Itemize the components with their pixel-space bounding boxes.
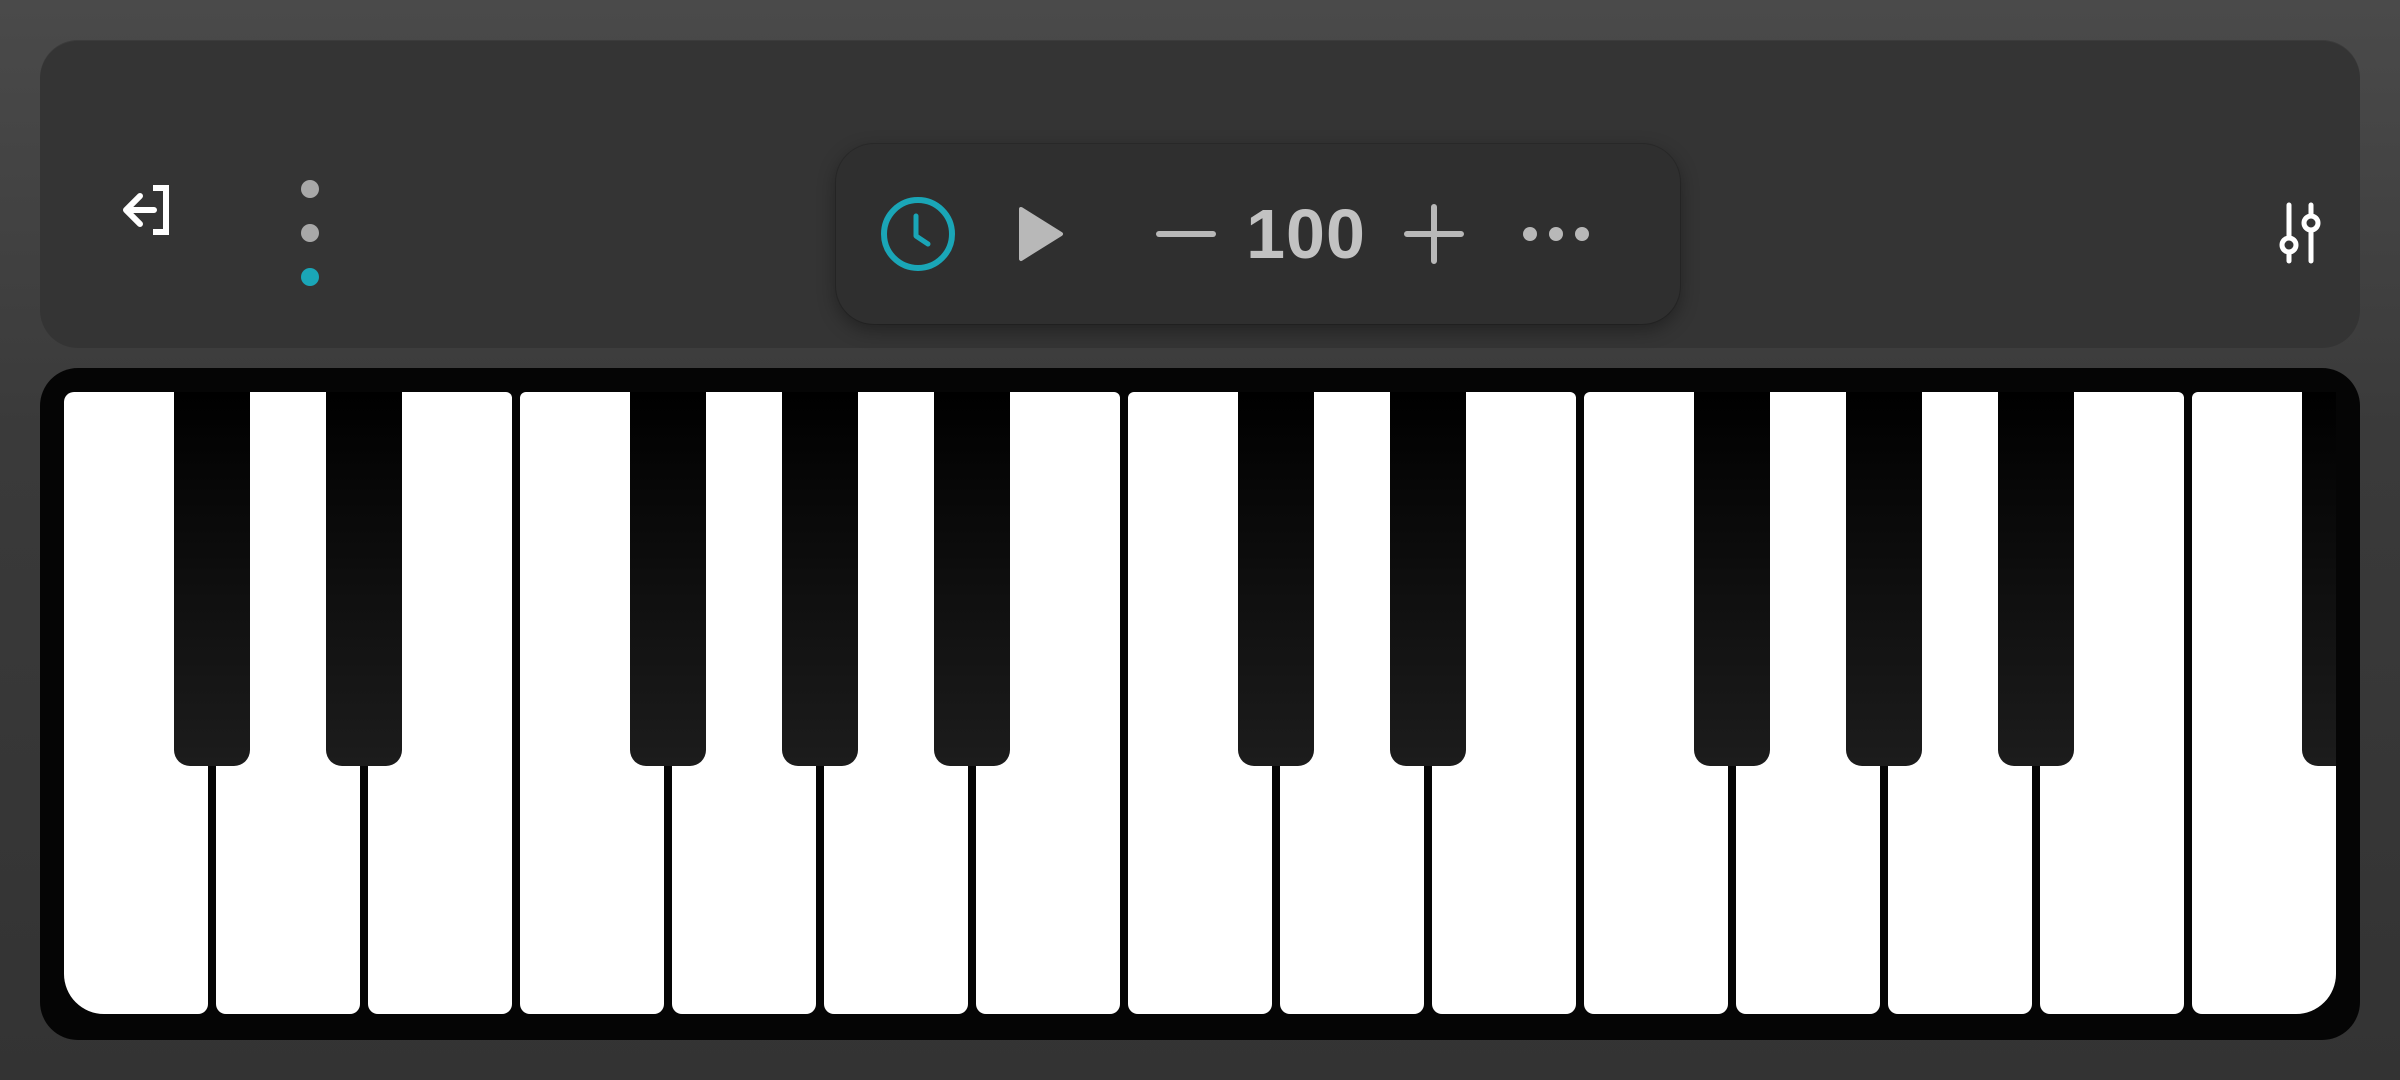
black-key-7[interactable] (1390, 392, 1466, 766)
black-key-11[interactable] (2302, 392, 2336, 766)
black-key-1[interactable] (174, 392, 250, 766)
page-dot-2[interactable] (301, 224, 319, 242)
black-key-5[interactable] (934, 392, 1010, 766)
more-options-button[interactable] (1506, 184, 1606, 284)
more-horizontal-icon (1523, 227, 1589, 241)
tempo-value[interactable]: 100 (1236, 184, 1376, 284)
page-dot-1[interactable] (301, 180, 319, 198)
metronome-button[interactable] (868, 184, 968, 284)
mixer-settings-button[interactable] (2250, 184, 2350, 284)
page-indicator[interactable] (262, 136, 358, 286)
transport-controls: 100 (836, 144, 1680, 324)
piano-keys (64, 392, 2336, 1016)
exit-icon (123, 185, 169, 235)
black-key-2[interactable] (326, 392, 402, 766)
minus-icon (1156, 231, 1216, 237)
sliders-icon (2279, 202, 2321, 264)
piano-keyboard (40, 368, 2360, 1040)
tempo-decrease-button[interactable] (1136, 184, 1236, 284)
exit-button[interactable] (102, 160, 202, 260)
page-dot-3-active[interactable] (301, 268, 319, 286)
tempo-increase-button[interactable] (1384, 184, 1484, 284)
top-toolbar: 100 (40, 40, 2360, 348)
black-key-9[interactable] (1846, 392, 1922, 766)
play-button[interactable] (986, 184, 1086, 284)
black-key-4[interactable] (782, 392, 858, 766)
plus-icon (1404, 204, 1464, 264)
black-key-6[interactable] (1238, 392, 1314, 766)
black-key-10[interactable] (1998, 392, 2074, 766)
play-icon (1019, 207, 1063, 261)
clock-icon (881, 197, 955, 271)
black-key-3[interactable] (630, 392, 706, 766)
black-key-8[interactable] (1694, 392, 1770, 766)
